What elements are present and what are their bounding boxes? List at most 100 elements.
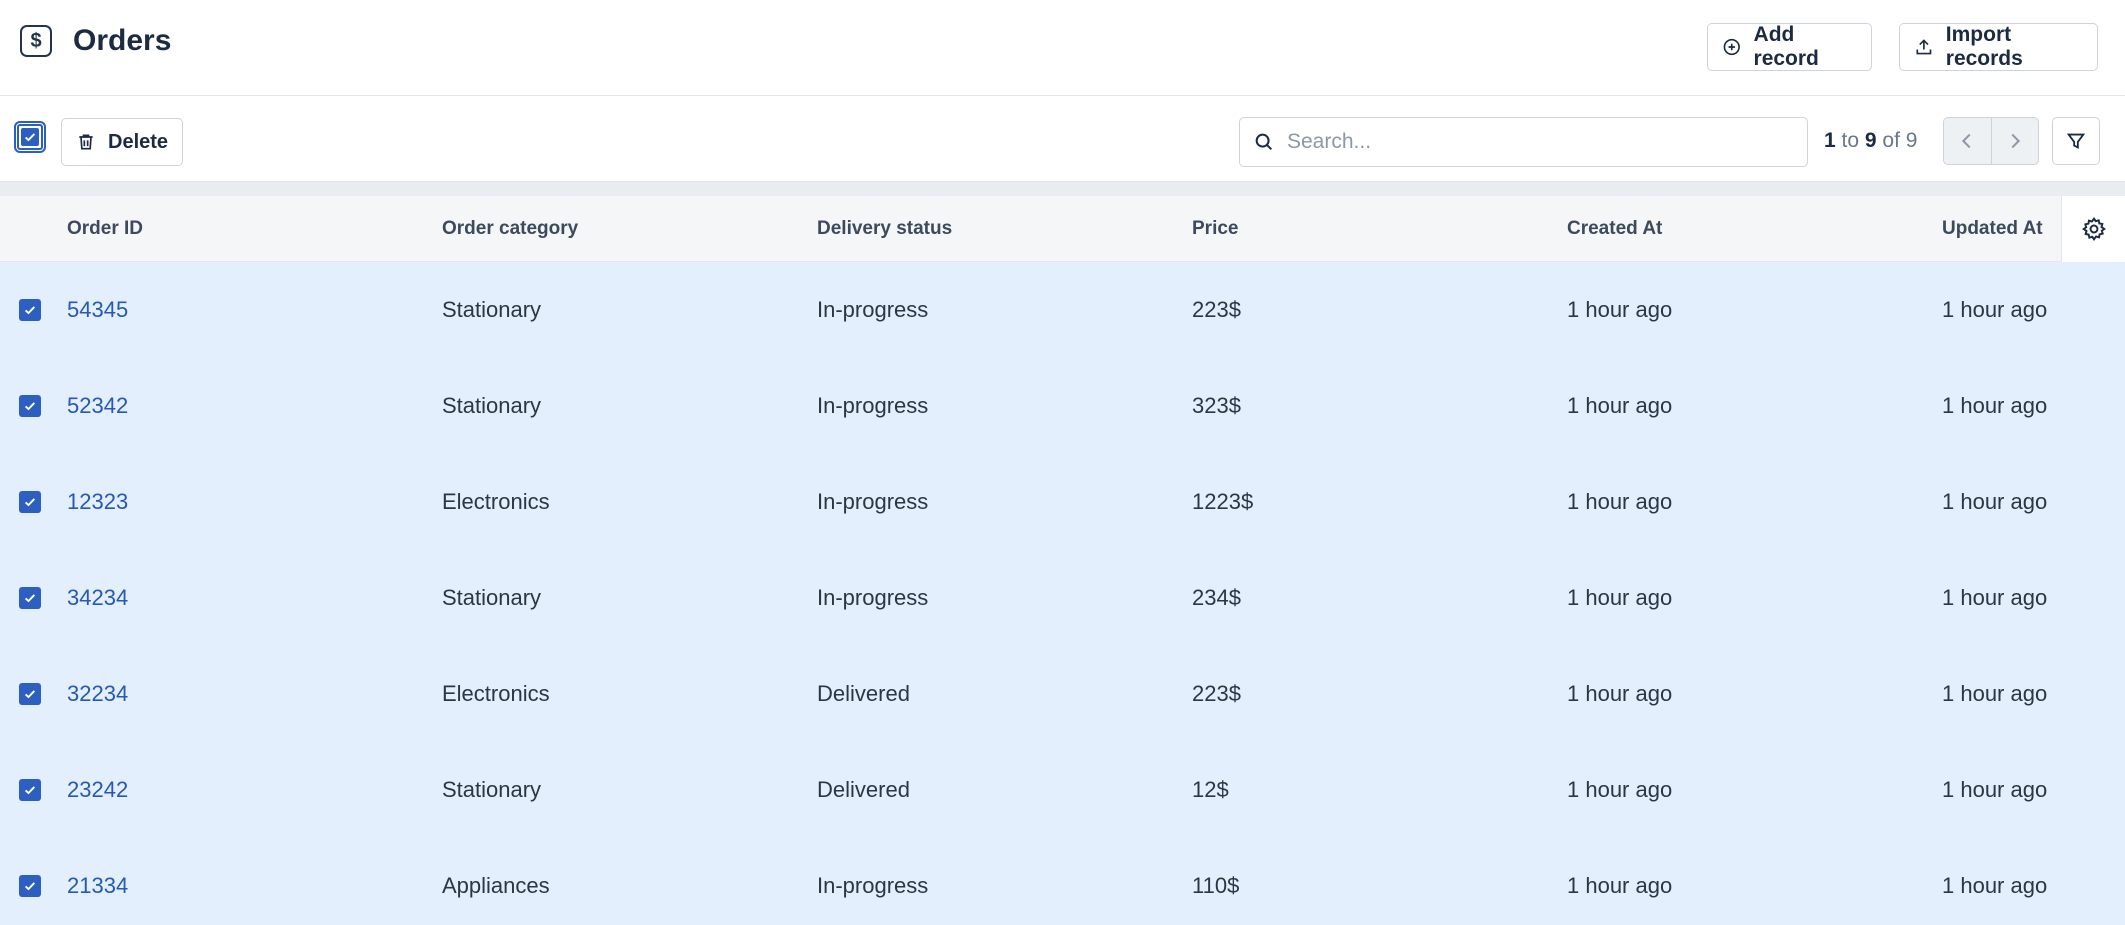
table-row[interactable]: 52342 Stationary In-progress 323$ 1 hour… [0,358,2125,454]
import-records-button[interactable]: Import records [1899,23,2098,71]
check-icon [24,498,36,507]
previous-page-button[interactable] [1944,118,1991,164]
check-icon [24,594,36,603]
delivery-status-cell: In-progress [817,873,929,898]
search-icon [1255,133,1273,151]
pager-of-word: of [1882,129,1900,152]
pagination-controls [1943,117,2039,165]
column-header-created-at[interactable]: Created At [1567,218,1662,240]
order-category-cell: Stationary [442,297,542,322]
search-input[interactable] [1287,130,1787,154]
delivery-status-cell: In-progress [817,297,929,322]
row-checkbox[interactable] [19,299,41,321]
created-at-cell: 1 hour ago [1567,297,1673,322]
dollar-square-icon: $ [20,25,52,57]
check-icon [24,690,36,699]
price-cell: 223$ [1192,297,1241,322]
import-records-label: Import records [1945,23,2023,70]
order-id-link[interactable]: 34234 [67,550,128,646]
table-row[interactable]: 21334 Appliances In-progress 110$ 1 hour… [0,838,2125,925]
price-cell: 12$ [1192,777,1229,802]
column-header-updated-at[interactable]: Updated At [1942,218,2043,240]
search-box[interactable] [1239,117,1808,167]
check-icon [24,402,36,411]
column-header-order-category[interactable]: Order category [442,218,578,240]
check-icon [24,786,36,795]
row-checkbox[interactable] [19,875,41,897]
delivery-status-cell: Delivered [817,681,910,706]
pager-from: 1 [1824,129,1836,152]
updated-at-cell: 1 hour ago [1942,489,2048,514]
plus-circle-icon [1723,38,1740,56]
price-cell: 223$ [1192,681,1241,706]
updated-at-cell: 1 hour ago [1942,873,2048,898]
row-checkbox[interactable] [19,683,41,705]
table-header: Order ID Order category Delivery status … [0,196,2125,262]
updated-at-cell: 1 hour ago [1942,297,2048,322]
delivery-status-cell: Delivered [817,777,910,802]
order-id-link[interactable]: 54345 [67,262,128,358]
price-cell: 323$ [1192,393,1241,418]
row-checkbox[interactable] [19,587,41,609]
row-checkbox[interactable] [19,395,41,417]
row-checkbox[interactable] [19,491,41,513]
delete-button[interactable]: Delete [61,118,183,166]
column-header-price[interactable]: Price [1192,218,1238,240]
table-row[interactable]: 34234 Stationary In-progress 234$ 1 hour… [0,550,2125,646]
delivery-status-cell: In-progress [817,489,929,514]
pager-to: 9 [1864,129,1877,152]
table-row[interactable]: 54345 Stationary In-progress 223$ 1 hour… [0,262,2125,358]
order-category-cell: Stationary [442,777,542,802]
pager-to-word: to [1841,129,1860,152]
toolbar-divider [0,182,2125,196]
created-at-cell: 1 hour ago [1567,777,1673,802]
pager-total: 9 [1905,129,1918,152]
chevron-right-icon [2011,133,2021,149]
filter-icon [2066,133,2086,149]
order-category-cell: Appliances [442,873,550,898]
orders-table: Order ID Order category Delivery status … [0,196,2125,925]
page-title: Orders [73,24,172,57]
order-id-link[interactable]: 52342 [67,358,128,454]
row-checkbox[interactable] [19,779,41,801]
column-settings-button[interactable] [2061,196,2125,262]
updated-at-cell: 1 hour ago [1942,777,2048,802]
created-at-cell: 1 hour ago [1567,585,1673,610]
table-row[interactable]: 32234 Electronics Delivered 223$ 1 hour … [0,646,2125,742]
pagination-summary: 1 to 9 of 9 [1824,129,1917,153]
check-icon [24,882,36,891]
price-cell: 1223$ [1192,489,1254,514]
select-all-checkbox[interactable] [14,121,46,153]
order-id-link[interactable]: 23242 [67,742,128,838]
gear-icon [2081,217,2106,241]
order-category-cell: Electronics [442,681,550,706]
check-icon [24,133,36,142]
order-category-cell: Stationary [442,585,542,610]
updated-at-cell: 1 hour ago [1942,585,2048,610]
trash-icon [79,134,93,150]
add-record-label: Add record [1753,23,1819,70]
table-row[interactable]: 12323 Electronics In-progress 1223$ 1 ho… [0,454,2125,550]
order-id-link[interactable]: 32234 [67,646,128,742]
updated-at-cell: 1 hour ago [1942,681,2048,706]
order-id-link[interactable]: 12323 [67,454,128,550]
chevron-left-icon [1962,133,1971,149]
order-category-cell: Electronics [442,489,550,514]
table-row[interactable]: 23242 Stationary Delivered 12$ 1 hour ag… [0,742,2125,838]
column-header-delivery-status[interactable]: Delivery status [817,218,952,240]
next-page-button[interactable] [1990,118,2038,164]
created-at-cell: 1 hour ago [1567,489,1673,514]
updated-at-cell: 1 hour ago [1942,393,2048,418]
upload-icon [1916,39,1932,55]
add-record-button[interactable]: Add record [1707,23,1872,71]
order-category-cell: Stationary [442,393,542,418]
filter-button[interactable] [2052,117,2100,165]
price-cell: 110$ [1192,873,1240,898]
price-cell: 234$ [1192,585,1241,610]
delivery-status-cell: In-progress [817,585,929,610]
order-id-link[interactable]: 21334 [67,838,128,925]
created-at-cell: 1 hour ago [1567,393,1673,418]
column-header-order-id[interactable]: Order ID [67,218,143,240]
delivery-status-cell: In-progress [817,393,929,418]
page-header: $ Orders Add record Import records [0,0,2125,96]
